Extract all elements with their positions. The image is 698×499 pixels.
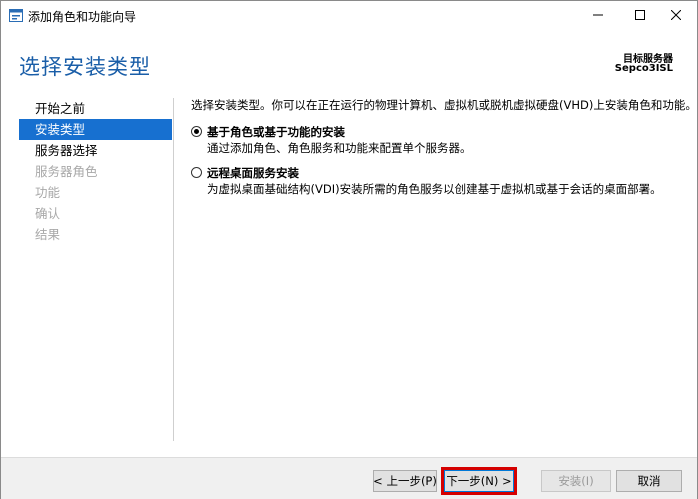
- nav-step-installation-type[interactable]: 安装类型: [19, 119, 172, 140]
- option-description: 为虚拟桌面基础结构(VDI)安装所需的角色服务以创建基于虚拟机或基于会话的桌面部…: [207, 182, 662, 196]
- minimize-button[interactable]: [575, 1, 621, 31]
- minimize-icon: [593, 9, 603, 23]
- close-button[interactable]: [653, 1, 698, 31]
- option-title[interactable]: 基于角色或基于功能的安装: [207, 124, 345, 140]
- maximize-icon: [635, 9, 645, 23]
- nav-divider: [173, 98, 174, 441]
- title-bar[interactable]: 添加角色和功能向导: [1, 1, 697, 31]
- content-panel: 选择安装类型。你可以在正在运行的物理计算机、虚拟机或脱机虚拟硬盘(VHD)上安装…: [191, 97, 697, 196]
- intro-text: 选择安装类型。你可以在正在运行的物理计算机、虚拟机或脱机虚拟硬盘(VHD)上安装…: [191, 98, 697, 112]
- option-description: 通过添加角色、角色服务和功能来配置单个服务器。: [207, 141, 472, 155]
- wizard-window: 添加角色和功能向导 选择安装类型 目标服务器 Sepco3ISL 开始之前 安装…: [0, 0, 698, 499]
- cancel-button[interactable]: 取消: [616, 470, 682, 492]
- nav-step-before-you-begin[interactable]: 开始之前: [19, 98, 172, 119]
- page-title: 选择安装类型: [19, 55, 151, 79]
- wizard-footer: < 上一步(P) 下一步(N) > 安装(I) 取消: [1, 457, 697, 499]
- server-manager-icon: [9, 9, 23, 22]
- nav-step-confirmation: 确认: [35, 206, 61, 221]
- option-title[interactable]: 远程桌面服务安装: [207, 165, 299, 181]
- nav-step-server-selection[interactable]: 服务器选择: [19, 140, 172, 161]
- next-button[interactable]: 下一步(N) >: [444, 470, 514, 492]
- close-icon: [670, 9, 682, 23]
- wizard-steps-nav: 开始之前 安装类型 服务器选择 服务器角色 功能 确认 结果: [19, 98, 172, 245]
- nav-step-results: 结果: [35, 227, 61, 242]
- destination-server-name: Sepco3ISL: [614, 63, 673, 74]
- window-title: 添加角色和功能向导: [28, 10, 137, 24]
- install-button: 安装(I): [541, 470, 611, 492]
- nav-step-server-roles: 服务器角色: [35, 164, 98, 179]
- radio-remote-desktop[interactable]: [191, 167, 202, 178]
- nav-step-features: 功能: [35, 185, 61, 200]
- radio-role-based[interactable]: [191, 126, 202, 137]
- previous-button[interactable]: < 上一步(P): [373, 470, 437, 492]
